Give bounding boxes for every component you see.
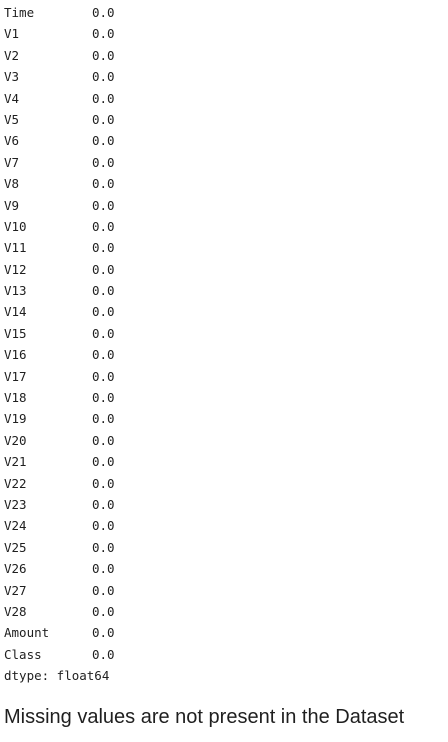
cell-output: Time 0.0 V1 0.0 V2 0.0 V3 0.0 V4 0.0 V5 0.0 V6 0.0 V7 0…	[4, 2, 444, 687]
series-row: V16 0.0	[4, 344, 444, 365]
series-row: V18 0.0	[4, 387, 444, 408]
series-row: Class 0.0	[4, 644, 444, 665]
series-value: 0.0	[92, 539, 115, 555]
series-index-label: V24	[4, 518, 27, 534]
series-index-label: Amount	[4, 625, 50, 641]
series-row: Time 0.0	[4, 2, 444, 23]
series-index-label: V26	[4, 561, 27, 577]
series-row: V11 0.0	[4, 237, 444, 258]
series-row: V13 0.0	[4, 280, 444, 301]
series-index-label: V1	[4, 26, 20, 42]
series-row: V22 0.0	[4, 473, 444, 494]
series-row: V8 0.0	[4, 173, 444, 194]
series-value: 0.0	[92, 646, 115, 662]
series-index-label: V23	[4, 496, 27, 512]
series-value: 0.0	[92, 176, 115, 192]
series-index-label: V2	[4, 47, 20, 63]
series-row: V23 0.0	[4, 494, 444, 515]
series-index-label: V5	[4, 111, 20, 127]
series-row: V15 0.0	[4, 323, 444, 344]
series-value: 0.0	[92, 133, 115, 149]
series-row: V12 0.0	[4, 259, 444, 280]
series-value: 0.0	[92, 154, 115, 170]
series-row: V10 0.0	[4, 216, 444, 237]
series-value: 0.0	[92, 240, 115, 256]
series-value: 0.0	[92, 496, 115, 512]
series-value: 0.0	[92, 390, 115, 406]
series-index-label: V19	[4, 411, 27, 427]
series-index-label: V7	[4, 154, 20, 170]
series-row: V3 0.0	[4, 66, 444, 87]
series-row: V7 0.0	[4, 152, 444, 173]
series-row: V20 0.0	[4, 430, 444, 451]
series-value: 0.0	[92, 454, 115, 470]
series-value: 0.0	[92, 561, 115, 577]
series-index-label: V11	[4, 240, 27, 256]
series-row: V2 0.0	[4, 45, 444, 66]
series-value: 0.0	[92, 90, 115, 106]
series-row: V27 0.0	[4, 580, 444, 601]
series-index-label: V6	[4, 133, 20, 149]
series-index-label: V20	[4, 432, 27, 448]
series-value: 0.0	[92, 347, 115, 363]
series-value: 0.0	[92, 625, 115, 641]
series-index-label: V27	[4, 582, 27, 598]
series-value: 0.0	[92, 197, 115, 213]
series-index-label: V9	[4, 197, 20, 213]
dtype-line: dtype: float64	[4, 668, 110, 684]
series-row: V5 0.0	[4, 109, 444, 130]
series-index-label: V3	[4, 69, 20, 85]
series-index-label: V22	[4, 475, 27, 491]
series-value: 0.0	[92, 582, 115, 598]
series-index-label: V18	[4, 390, 27, 406]
series-index-label: V12	[4, 261, 27, 277]
series-value: 0.0	[92, 47, 115, 63]
series-value: 0.0	[92, 111, 115, 127]
series-row: Amount 0.0	[4, 622, 444, 643]
series-index-label: V15	[4, 325, 27, 341]
series-value: 0.0	[92, 325, 115, 341]
series-row: V9 0.0	[4, 195, 444, 216]
series-value: 0.0	[92, 411, 115, 427]
series-value: 0.0	[92, 283, 115, 299]
series-row: V28 0.0	[4, 601, 444, 622]
series-value: 0.0	[92, 5, 115, 20]
series-index-label: V14	[4, 304, 27, 320]
series-output: Time 0.0 V1 0.0 V2 0.0 V3 0.0 V4 0.0 V5 0.0 V6 0.0 V7 0…	[4, 2, 444, 665]
series-row: V1 0.0	[4, 23, 444, 44]
series-value: 0.0	[92, 69, 115, 85]
series-value: 0.0	[92, 304, 115, 320]
series-row: V17 0.0	[4, 366, 444, 387]
series-index-label: V8	[4, 176, 20, 192]
series-row: V25 0.0	[4, 537, 444, 558]
series-row: V21 0.0	[4, 451, 444, 472]
series-row: V26 0.0	[4, 558, 444, 579]
series-value: 0.0	[92, 368, 115, 384]
series-index-label: V25	[4, 539, 27, 555]
series-index-label: V28	[4, 603, 27, 619]
series-row: V19 0.0	[4, 408, 444, 429]
series-index-label: V13	[4, 283, 27, 299]
series-index-label: V21	[4, 454, 27, 470]
series-value: 0.0	[92, 518, 115, 534]
series-row: V24 0.0	[4, 515, 444, 536]
series-index-label: V16	[4, 347, 27, 363]
notebook-output-view: Time 0.0 V1 0.0 V2 0.0 V3 0.0 V4 0.0 V5 0.0 V6 0.0 V7 0…	[0, 0, 448, 742]
series-index-label: V17	[4, 368, 27, 384]
series-index-label: V10	[4, 218, 27, 234]
series-value: 0.0	[92, 261, 115, 277]
series-value: 0.0	[92, 26, 115, 42]
series-index-label: Class	[4, 646, 42, 662]
series-row: V6 0.0	[4, 130, 444, 151]
series-value: 0.0	[92, 432, 115, 448]
series-index-label: Time	[4, 5, 35, 20]
series-row: V4 0.0	[4, 88, 444, 109]
series-value: 0.0	[92, 603, 115, 619]
series-row: V14 0.0	[4, 301, 444, 322]
series-value: 0.0	[92, 218, 115, 234]
markdown-heading: Missing values are not present in the Da…	[4, 706, 405, 728]
series-index-label: V4	[4, 90, 20, 106]
series-value: 0.0	[92, 475, 115, 491]
